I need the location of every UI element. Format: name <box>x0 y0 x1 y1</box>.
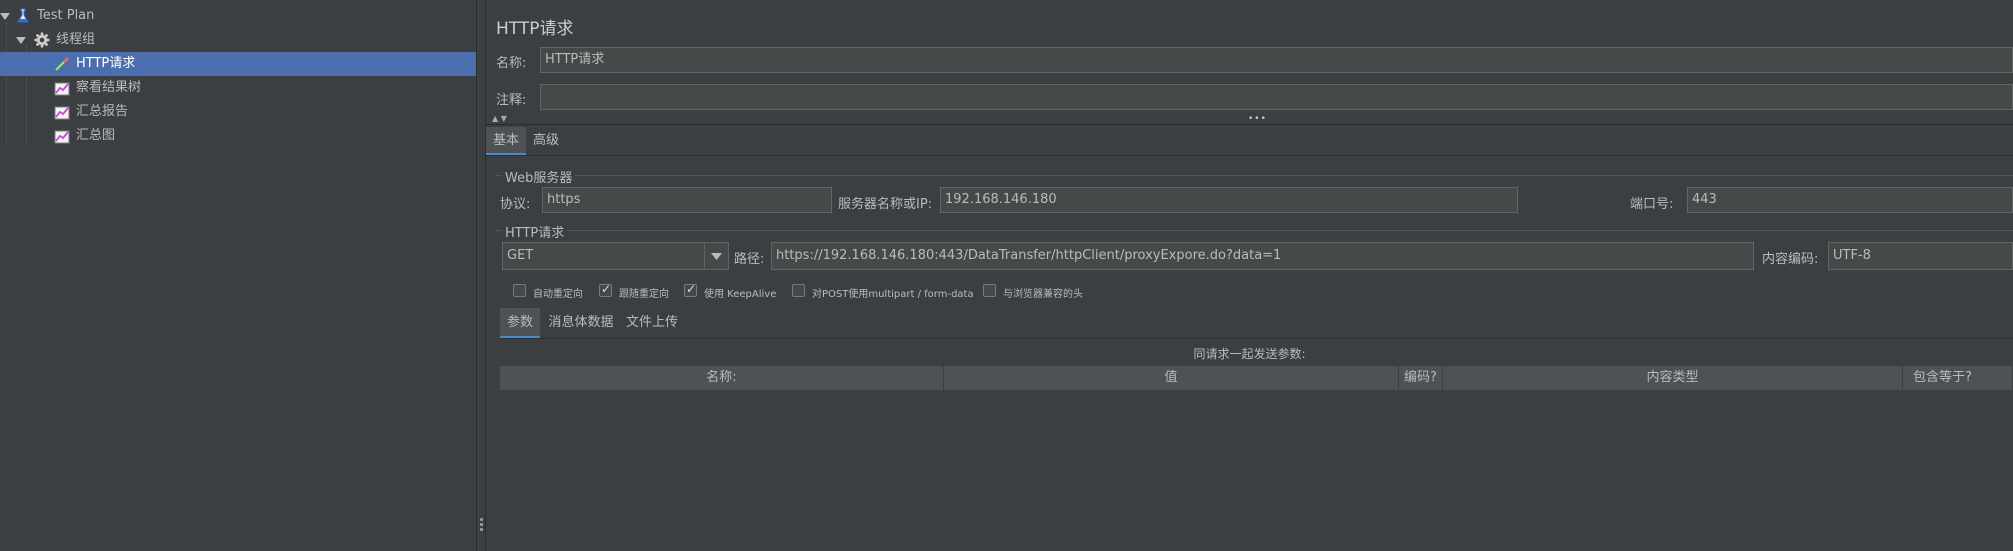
subtab-underline <box>500 338 2013 339</box>
protocol-label: 协议: <box>500 197 531 212</box>
listener-chart-icon <box>54 82 70 96</box>
dropdown-button[interactable] <box>704 243 728 269</box>
path-field[interactable]: https://192.168.146.180:443/DataTransfer… <box>771 242 1754 270</box>
splitter-grip <box>480 523 483 526</box>
column-header-value[interactable]: 值 <box>944 366 1399 390</box>
tree-item-summary-report[interactable]: 汇总报告 <box>0 100 476 124</box>
page-title: HTTP请求 <box>496 19 574 39</box>
http-request-section-title: HTTP请求 <box>502 222 568 241</box>
tree-item-http-request[interactable]: HTTP请求 <box>0 52 476 76</box>
tree-item-label: HTTP请求 <box>76 56 136 71</box>
comment-field[interactable] <box>540 84 2013 110</box>
encoding-field[interactable]: UTF-8 <box>1828 242 2013 270</box>
browser-headers-label: 与浏览器兼容的头 <box>1003 289 1083 300</box>
multipart-label: 对POST使用multipart / form-data <box>812 289 974 300</box>
chevron-down-icon <box>711 253 722 260</box>
expand-arrow-icon[interactable] <box>16 37 26 44</box>
params-table-body[interactable] <box>500 390 2013 551</box>
listener-chart-icon <box>54 130 70 144</box>
name-label: 名称: <box>496 56 527 71</box>
comment-label: 注释: <box>496 93 527 108</box>
tree-item-label: 汇总图 <box>76 128 116 143</box>
tree-item-aggregate-graph[interactable]: 汇总图 <box>0 124 476 148</box>
multipart-checkbox[interactable] <box>792 284 805 297</box>
server-field[interactable]: 192.168.146.180 <box>940 187 1518 213</box>
params-caption: 同请求一起发送参数: <box>1193 347 1306 361</box>
follow-redirects-label: 跟随重定向 <box>619 289 669 300</box>
port-label: 端口号: <box>1630 197 1674 212</box>
tab-body-data[interactable]: 消息体数据 <box>546 308 616 338</box>
sampler-pipette-icon <box>55 56 70 71</box>
server-label: 服务器名称或IP: <box>838 197 933 212</box>
port-field[interactable]: 443 <box>1687 187 2013 213</box>
params-table-header: 名称: 值 编码? 内容类型 包含等于? <box>500 366 2013 390</box>
tab-basic[interactable]: 基本 <box>486 127 526 155</box>
protocol-field[interactable]: https <box>542 187 832 213</box>
http-request-editor: HTTP请求 名称: HTTP请求 注释: ▲ ▼ ••• 基本 高级 Web服… <box>486 0 2013 551</box>
keepalive-label: 使用 KeepAlive <box>704 289 777 300</box>
encoding-label: 内容编码: <box>1762 252 1819 267</box>
section-border <box>496 175 2013 176</box>
tab-files-upload[interactable]: 文件上传 <box>622 308 682 338</box>
splitter-grip <box>480 518 483 521</box>
gear-icon <box>34 32 50 48</box>
column-header-name[interactable]: 名称: <box>500 366 944 390</box>
keepalive-checkbox[interactable] <box>684 282 697 297</box>
tab-underline <box>486 155 2013 156</box>
follow-redirects-checkbox[interactable] <box>599 282 612 297</box>
tree-item-label: 线程组 <box>56 32 96 47</box>
column-header-encode[interactable]: 编码? <box>1399 366 1443 390</box>
tree-item-label: 汇总报告 <box>76 104 129 119</box>
splitter-grip <box>480 528 483 531</box>
tree-item-test-plan[interactable]: Test Plan <box>0 4 476 28</box>
tree-item-label: 察看结果树 <box>76 80 142 95</box>
test-plan-tree[interactable]: Test Plan 线程组 HTTP请求 察看结果树 汇总报告 汇总图 <box>0 0 476 551</box>
redirect-auto-checkbox[interactable] <box>513 284 526 297</box>
method-value: GET <box>507 248 534 263</box>
tree-item-label: Test Plan <box>37 8 95 23</box>
test-plan-icon <box>17 8 29 23</box>
tab-advanced[interactable]: 高级 <box>530 127 562 155</box>
column-header-content-type[interactable]: 内容类型 <box>1443 366 1903 390</box>
tree-item-view-results-tree[interactable]: 察看结果树 <box>0 76 476 100</box>
collapse-arrows-icon[interactable]: ▲ ▼ <box>492 114 507 123</box>
divider-grip-icon[interactable]: ••• <box>1248 114 1267 124</box>
path-label: 路径: <box>734 252 765 267</box>
section-border <box>496 230 2013 231</box>
panel-splitter[interactable] <box>476 0 486 551</box>
browser-headers-checkbox[interactable] <box>983 284 996 297</box>
tab-parameters[interactable]: 参数 <box>500 308 540 338</box>
web-server-section-title: Web服务器 <box>502 167 576 186</box>
column-header-include-equals[interactable]: 包含等于? <box>1903 366 2013 390</box>
divider <box>486 124 2013 125</box>
tree-item-thread-group[interactable]: 线程组 <box>0 28 476 52</box>
listener-chart-icon <box>54 106 70 120</box>
name-field[interactable]: HTTP请求 <box>540 47 2013 73</box>
method-select[interactable]: GET <box>502 242 729 270</box>
expand-arrow-icon[interactable] <box>0 13 10 20</box>
redirect-auto-label: 自动重定向 <box>533 289 583 300</box>
